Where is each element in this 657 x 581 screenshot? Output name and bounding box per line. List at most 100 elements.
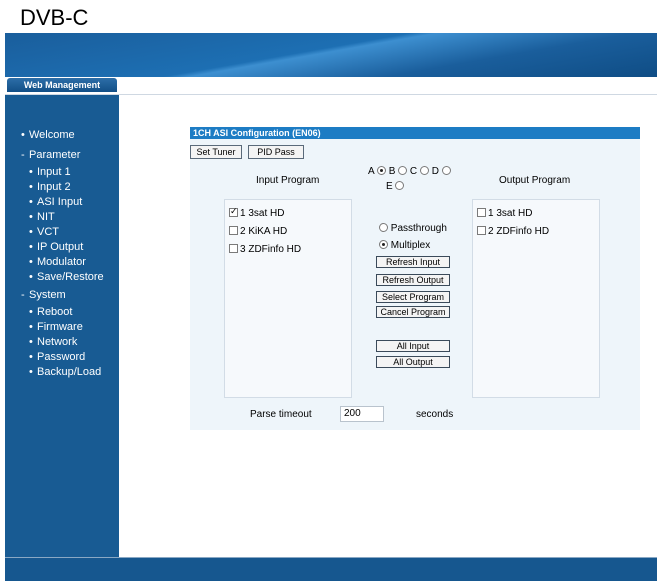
- footer-bar: [5, 557, 657, 581]
- program-label: 3 ZDFinfo HD: [240, 244, 302, 255]
- bullet-icon: •: [21, 129, 25, 141]
- seconds-label: seconds: [416, 409, 454, 420]
- sidebar-item-label: ASI Input: [37, 196, 83, 208]
- input-program-item[interactable]: 2 KiKA HD: [229, 226, 287, 237]
- input-program-item[interactable]: 3 ZDFinfo HD: [229, 244, 301, 255]
- parse-timeout-input[interactable]: 200: [340, 406, 384, 422]
- program-label: 2 KiKA HD: [240, 226, 288, 237]
- all-output-button[interactable]: All Output: [376, 356, 450, 368]
- bullet-icon: •: [29, 306, 33, 318]
- sidebar-item-label: Backup/Load: [37, 366, 102, 378]
- input-program-item[interactable]: 1 3sat HD: [229, 206, 285, 219]
- sidebar-group-label: Parameter: [29, 149, 81, 161]
- dash-icon: -: [21, 149, 25, 161]
- program-label: 2 ZDFinfo HD: [488, 226, 550, 237]
- output-program-list: 1 3sat HD 2 ZDFinfo HD: [472, 199, 600, 398]
- bullet-icon: •: [29, 351, 33, 363]
- parse-timeout-label: Parse timeout: [250, 409, 312, 420]
- mode-label: Multiplex: [390, 240, 431, 251]
- refresh-input-button[interactable]: Refresh Input: [376, 256, 450, 268]
- bullet-icon: •: [29, 181, 33, 193]
- sidebar-group-label: System: [29, 289, 66, 301]
- radio-label-a: A: [368, 166, 375, 177]
- radio-passthrough-icon[interactable]: [379, 223, 388, 232]
- radio-e-icon[interactable]: [395, 181, 405, 190]
- bullet-icon: •: [29, 366, 33, 378]
- sidebar-item-label: IP Output: [37, 241, 84, 253]
- program-label: 1 3sat HD: [240, 208, 285, 219]
- radio-label-d: D: [431, 166, 439, 177]
- sidebar-item-network[interactable]: • Network: [5, 335, 119, 350]
- header-banner: [5, 33, 657, 77]
- sidebar-item-input-1[interactable]: • Input 1: [5, 165, 119, 180]
- port-radio-group-e: E: [386, 181, 405, 192]
- radio-d-icon[interactable]: [441, 166, 451, 175]
- sidebar-item-label: Network: [37, 336, 78, 348]
- radio-c-icon[interactable]: [419, 166, 429, 175]
- bullet-icon: •: [29, 241, 33, 253]
- bullet-icon: •: [29, 256, 33, 268]
- refresh-output-button[interactable]: Refresh Output: [376, 274, 450, 286]
- sidebar-item-label: Input 1: [37, 166, 71, 178]
- sidebar-item-label: Firmware: [37, 321, 83, 333]
- bullet-icon: •: [29, 196, 33, 208]
- checkbox-checked-icon[interactable]: [229, 206, 238, 217]
- radio-multiplex-icon[interactable]: [379, 240, 388, 249]
- sidebar-item-backup-load[interactable]: • Backup/Load: [5, 365, 119, 380]
- port-radio-group: A B C D: [368, 166, 451, 177]
- sidebar-item-label: Password: [37, 351, 86, 363]
- asi-config-panel: 1CH ASI Configuration (EN06) Set Tuner P…: [190, 127, 640, 430]
- sidebar-item-nit[interactable]: • NIT: [5, 210, 119, 225]
- sidebar-item-label: NIT: [37, 211, 55, 223]
- mode-label: Passthrough: [390, 223, 447, 234]
- sidebar-item-label: VCT: [37, 226, 59, 238]
- sidebar-item-reboot[interactable]: • Reboot: [5, 305, 119, 320]
- pid-pass-button[interactable]: PID Pass: [248, 145, 304, 159]
- sidebar-item-firmware[interactable]: • Firmware: [5, 320, 119, 335]
- sidebar-nav: • Welcome - Parameter • Input 1 • Input 2 • A…: [5, 125, 119, 380]
- output-program-header: Output Program: [499, 175, 571, 186]
- sidebar-item-label: Save/Restore: [37, 271, 104, 283]
- sidebar-item-label: Modulator: [37, 256, 86, 268]
- dash-icon: -: [21, 289, 25, 301]
- set-tuner-button[interactable]: Set Tuner: [190, 145, 242, 159]
- web-management-tab[interactable]: Web Management: [7, 78, 117, 92]
- bullet-icon: •: [29, 226, 33, 238]
- bullet-icon: •: [29, 271, 33, 283]
- sidebar-item-save-restore[interactable]: • Save/Restore: [5, 270, 119, 285]
- input-program-list: 1 3sat HD 2 KiKA HD 3 ZDFinfo HD: [224, 199, 352, 398]
- cancel-program-button[interactable]: Cancel Program: [376, 306, 450, 318]
- radio-label-b: B: [388, 166, 396, 177]
- sidebar-item-ip-output[interactable]: • IP Output: [5, 240, 119, 255]
- sidebar-group-system[interactable]: - System: [5, 285, 119, 305]
- sidebar-item-input-2[interactable]: • Input 2: [5, 180, 119, 195]
- radio-a-icon[interactable]: [376, 166, 386, 175]
- panel-title: 1CH ASI Configuration (EN06): [190, 127, 640, 139]
- checkbox-icon[interactable]: [477, 208, 486, 217]
- input-program-header: Input Program: [256, 175, 320, 186]
- sidebar: • Welcome - Parameter • Input 1 • Input 2 • A…: [5, 95, 119, 557]
- all-input-button[interactable]: All Input: [376, 340, 450, 352]
- sidebar-item-label: Reboot: [37, 306, 73, 318]
- sidebar-item-password[interactable]: • Password: [5, 350, 119, 365]
- radio-label-c: C: [409, 166, 418, 177]
- checkbox-icon[interactable]: [229, 226, 238, 235]
- output-program-item[interactable]: 2 ZDFinfo HD: [477, 226, 549, 237]
- output-program-item[interactable]: 1 3sat HD: [477, 208, 532, 219]
- sidebar-item-modulator[interactable]: • Modulator: [5, 255, 119, 270]
- sidebar-item-welcome[interactable]: • Welcome: [5, 125, 119, 145]
- bullet-icon: •: [29, 211, 33, 223]
- sidebar-item-label: Input 2: [37, 181, 71, 193]
- page-caption: DVB-C: [20, 5, 89, 30]
- select-program-button[interactable]: Select Program: [376, 291, 450, 303]
- sidebar-group-parameter[interactable]: - Parameter: [5, 145, 119, 165]
- sidebar-item-vct[interactable]: • VCT: [5, 225, 119, 240]
- checkbox-icon[interactable]: [477, 226, 486, 235]
- sidebar-item-label: Welcome: [29, 129, 75, 141]
- radio-b-icon[interactable]: [398, 166, 408, 175]
- checkbox-icon[interactable]: [229, 244, 238, 253]
- mode-multiplex[interactable]: Multiplex: [379, 240, 430, 251]
- mode-passthrough[interactable]: Passthrough: [379, 223, 447, 234]
- bullet-icon: •: [29, 166, 33, 178]
- sidebar-item-asi-input[interactable]: • ASI Input: [5, 195, 119, 210]
